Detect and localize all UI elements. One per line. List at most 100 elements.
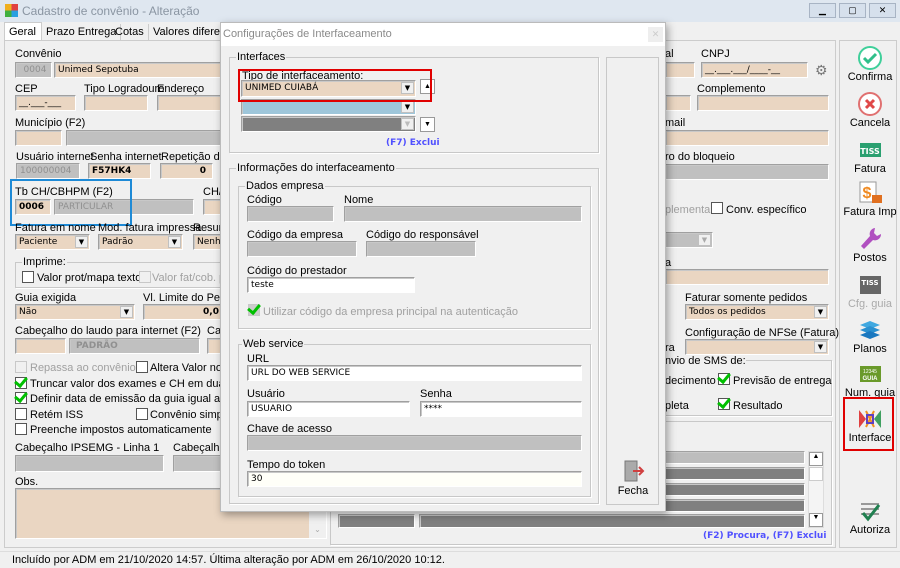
dialog-close-button[interactable]: ✕ [648,27,663,42]
toolbar-label: Planos [853,343,887,355]
altera-valor-checkbox[interactable] [136,361,148,373]
scroll-down-icon[interactable]: ▼ [420,117,435,132]
guia-exigida-select[interactable]: Não ▼ [15,304,135,320]
toolbar-label: Cfg. guia [847,298,893,310]
chevron-down-icon[interactable]: ▼ [814,341,827,353]
tipo-select-row-3[interactable]: ▼ [241,116,416,132]
a-field[interactable] [665,269,829,285]
cnpj-label: CNPJ [701,48,730,60]
cnpj-field[interactable]: __.___.___/____-__ [701,62,808,78]
guia-exigida-label: Guia exigida [15,292,77,304]
list-scrollbar[interactable]: ▲ ▼ [808,451,824,528]
fatura-nome-select[interactable]: Paciente ▼ [15,234,90,250]
senha-internet-field[interactable]: F57HK4 [88,163,151,179]
scroll-down-icon[interactable]: ▼ [809,513,823,527]
nome-field [344,206,582,222]
maximize-button[interactable]: ▢ [839,3,866,18]
usuario-internet-label: Usuário internet [16,151,94,163]
chevron-down-icon[interactable]: ▼ [75,236,88,248]
fecha-button[interactable]: Fecha [611,459,655,497]
codigo-label: Código [247,194,282,206]
fatura-button[interactable]: TISS Fatura [842,137,898,175]
mod-fatura-label: Mod. fatura impressa [98,222,202,234]
gear-icon[interactable]: ⚙ [815,62,828,79]
vl-limite-field[interactable]: 0,0 [143,304,224,320]
tab-prazo-entrega[interactable]: Prazo Entrega [42,24,122,40]
nfse-select[interactable]: ▼ [685,339,829,355]
tab-cotas[interactable]: Cotas [111,24,149,40]
repeticao-field[interactable]: 0 [160,163,213,179]
ipsemg-field [15,455,164,472]
mod-fatura-select[interactable]: Padrão ▼ [98,234,183,250]
cep-field[interactable]: __.___-___ [15,95,76,111]
truncar-checkbox[interactable] [15,377,27,389]
municipio-code-field[interactable] [15,130,62,146]
fecha-label: Fecha [617,485,649,497]
num-guia-button[interactable]: 12345 GUIA Num. guia [842,361,898,399]
minimize-button[interactable]: ▁ [809,3,836,18]
planos-button[interactable]: Planos [842,317,898,355]
procura-exclui-hint: (F2) Procura, (F7) Exclui [703,531,827,541]
tab-geral[interactable]: Geral [4,22,42,41]
numero-field[interactable] [665,95,691,111]
guia-number-icon: 12345GUIA [860,366,881,382]
al-field[interactable] [665,62,695,78]
tiss-icon: TISS [860,143,881,157]
chevron-down-icon: ▼ [698,234,711,246]
scroll-up-icon[interactable]: ▲ [809,452,823,466]
url-field[interactable]: URL DO WEB SERVICE [247,365,582,381]
url-label: URL [247,353,270,365]
chevron-down-icon[interactable]: ▼ [814,306,827,318]
chevron-down-icon[interactable]: ▼ [120,306,133,318]
convenio-name-field[interactable]: Unimed Sepotuba [54,62,224,78]
cabecalho-laudo-code-field[interactable] [15,338,66,354]
cabecalho2-label: Cabeçalho [173,442,226,454]
blue-highlight-box [10,179,132,226]
valor-prot-checkbox[interactable] [22,271,34,283]
vencimento-label: decimento [665,375,716,387]
usuario-label: Usuário [247,388,285,400]
conv-especifico-checkbox[interactable] [711,202,723,214]
autoriza-button[interactable]: Autoriza [842,498,898,536]
email-field[interactable] [665,130,829,146]
convenio-simples-checkbox[interactable] [136,408,148,420]
cancel-button[interactable]: Cancela [842,91,898,129]
previsao-checkbox[interactable] [718,373,730,385]
status-bar: Incluído por ADM em 21/10/2020 14:57. Úl… [0,551,900,567]
email-label: mail [665,117,686,129]
exit-door-icon [624,460,645,482]
svg-text:12345: 12345 [863,369,877,375]
codigo-prestador-field[interactable]: teste [247,277,415,293]
endereco-field[interactable] [157,95,224,111]
interfaces-label: Interfaces [236,51,287,63]
tempo-field[interactable]: 30 [247,471,582,487]
chevron-down-icon[interactable]: ▼ [401,101,414,113]
preenche-impostos-checkbox[interactable] [15,423,27,435]
fatura-imp-button[interactable]: $ Fatura Imp [842,180,898,218]
list-row-name[interactable] [419,514,805,528]
retem-iss-checkbox[interactable] [15,408,27,420]
senha-field[interactable]: **** [420,401,582,417]
postos-button[interactable]: Postos [842,226,898,264]
definir-data-checkbox[interactable] [15,392,27,404]
chevron-down-icon[interactable]: ▼ [168,236,181,248]
chevron-down-icon[interactable]: ▼ [401,118,414,130]
endereco-label: Endereço [157,83,205,95]
list-row-code[interactable] [338,514,415,528]
completa-label: pleta [665,400,689,412]
complemento-field[interactable] [697,95,829,111]
repassa-checkbox [15,361,27,373]
usuario-field[interactable]: USUARIO [247,401,410,417]
faturar-pedidos-select[interactable]: Todos os pedidos ▼ [685,304,829,320]
web-service-label: Web service [242,338,305,350]
tipo-logradouro-field[interactable] [84,95,148,111]
confirm-button[interactable]: Confirma [842,45,898,83]
window-title: Cadastro de convênio - Alteração [22,4,200,18]
scroll-thumb[interactable] [809,467,823,481]
resultado-checkbox[interactable] [718,398,730,410]
tiss-config-icon: TISS [860,276,881,294]
convenio-label: Convênio [15,48,62,60]
convenio-code-field: 0004 [15,62,52,78]
close-button[interactable]: ✕ [869,3,896,18]
resultado-label: Resultado [733,400,783,412]
